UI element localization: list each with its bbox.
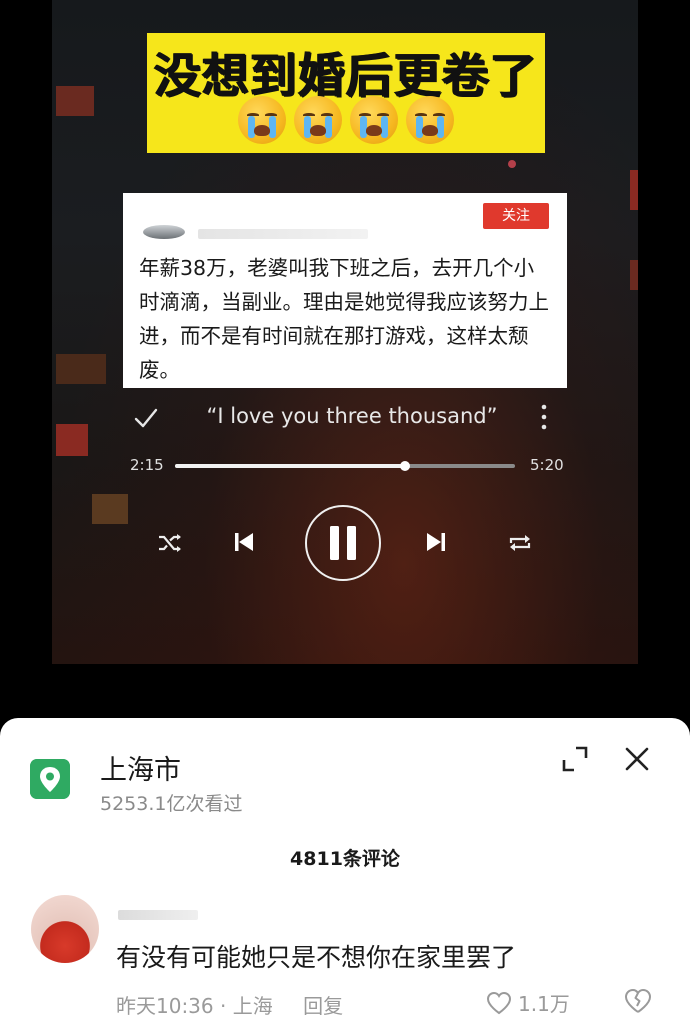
follow-button[interactable]: 关注	[483, 203, 549, 229]
shuffle-icon	[159, 534, 181, 552]
progress-fill	[175, 464, 405, 468]
post-avatar	[143, 225, 185, 239]
reply-button[interactable]: 回复	[303, 994, 343, 1018]
broken-heart-icon[interactable]	[624, 988, 652, 1014]
more-options-icon[interactable]	[538, 402, 550, 432]
post-meta-blurred	[198, 229, 368, 239]
previous-button[interactable]	[228, 526, 260, 558]
loudly-crying-face-icon	[406, 96, 454, 144]
skip-previous-icon	[235, 533, 253, 551]
repeat-button[interactable]	[504, 527, 536, 559]
progress-bar[interactable]	[175, 461, 515, 471]
background-window	[56, 86, 94, 116]
meta-separator: ·	[220, 994, 233, 1018]
view-count: 5253.1亿次看过	[100, 793, 243, 815]
loudly-crying-face-icon	[294, 96, 342, 144]
comment-username-blurred[interactable]	[118, 910, 198, 920]
background-window	[630, 170, 638, 210]
video-player[interactable]: 没想到婚后更卷了 关注 年薪38万，老婆叫我下班之后，去开几个小时滴滴，当副业。…	[52, 0, 638, 664]
caption-emojis	[147, 96, 545, 144]
skip-next-icon	[427, 533, 445, 551]
comment-time: 昨天10:36	[116, 994, 214, 1018]
expand-icon[interactable]	[560, 744, 590, 774]
comment-count: 4811条评论	[290, 848, 400, 870]
video-caption: 没想到婚后更卷了	[147, 33, 545, 153]
repeat-icon	[509, 535, 531, 551]
comment-text: 有没有可能她只是不想你在家里罢了	[116, 943, 517, 972]
avatar[interactable]	[31, 895, 99, 963]
next-button[interactable]	[420, 526, 452, 558]
comment-location: 上海	[232, 994, 273, 1018]
pause-icon	[330, 526, 356, 560]
background-window	[56, 424, 88, 456]
like-button[interactable]: 1.1万	[486, 988, 570, 1017]
shuffle-button[interactable]	[154, 527, 186, 559]
post-text: 年薪38万，老婆叫我下班之后，去开几个小时滴滴，当副业。理由是她觉得我应该努力上…	[139, 256, 549, 382]
background-window	[56, 354, 106, 384]
post-card: 关注 年薪38万，老婆叫我下班之后，去开几个小时滴滴，当副业。理由是她觉得我应该…	[123, 193, 567, 388]
loudly-crying-face-icon	[350, 96, 398, 144]
comments-sheet: 上海市 5253.1亿次看过 4811条评论 有没有可能她只是不想你在家里罢了 …	[0, 718, 690, 1033]
background-window	[92, 494, 128, 524]
loudly-crying-face-icon	[238, 96, 286, 144]
location-name[interactable]: 上海市	[100, 748, 181, 787]
song-title: “I love you three thousand”	[206, 404, 498, 428]
pause-button[interactable]	[305, 505, 381, 581]
background-window	[630, 260, 638, 290]
total-time: 5:20	[530, 456, 564, 474]
comment-meta: 昨天10:36 · 上海 回复	[116, 990, 343, 1019]
background-window	[508, 160, 516, 168]
current-time: 2:15	[130, 456, 164, 474]
check-icon[interactable]	[132, 404, 160, 432]
progress-thumb[interactable]	[399, 461, 410, 471]
heart-icon	[486, 991, 512, 1014]
close-icon[interactable]	[622, 744, 652, 774]
location-pin-icon	[30, 759, 70, 799]
like-count: 1.1万	[518, 992, 570, 1016]
video-letterbox	[0, 664, 690, 724]
